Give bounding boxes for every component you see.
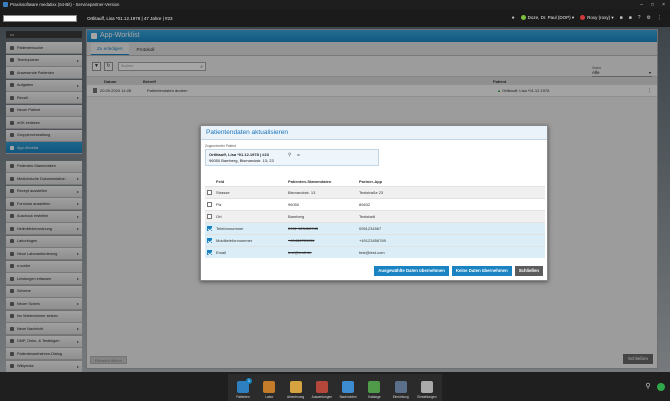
assigned-patient-address: 96050 Bamberg, Bismarckstr. 13; 23 [209,157,274,163]
master-value: Bismarckstr. 13 [288,190,316,195]
doctor-selector[interactable]: Doze, Dr. Paul (DOP) ▾ [520,15,574,21]
row-checkbox[interactable] [207,237,212,243]
partner-value: +49123456789 [359,238,386,243]
compare-row-telefonnummer[interactable]: Telefonnummer 0951 123456743 0951234567 [205,222,545,234]
compare-row-mobiltelefonnummer[interactable]: Mobiltelefonnummer +49456789011 +491234567… [205,234,545,246]
compare-table-header: Feld Patienten-Stammdaten Partner-App [205,176,545,186]
dock-item-label: Patienten [236,395,250,399]
field-name: Email [216,250,227,255]
minimize-icon[interactable]: – [640,2,643,8]
update-patient-dialog: Patientendaten aktualisieren Zugeordnete… [200,125,548,281]
info-icon[interactable]: ● [512,15,515,21]
dock-item-label: Einrichtung [392,395,409,399]
column-partner-app: Partner-App [359,178,383,184]
row-checkbox[interactable] [207,249,212,255]
dock-item-einstellungen[interactable]: Einstellungen [416,381,438,399]
dock-item-patienten[interactable]: 1 Patienten [232,378,254,399]
compare-row-ort[interactable]: Ort Bamberg Teststadt [205,210,545,222]
field-name: Strasse [216,190,230,195]
master-value: test@testt.de [288,250,312,255]
dock-item-abrechnung[interactable]: Abrechnung [285,381,307,399]
partner-value: test@test.com [359,250,385,255]
dock-item-kataloge[interactable]: Kataloge [363,381,385,399]
dialog-close-button[interactable]: Schließen [514,266,543,276]
dialog-buttons: Ausgewählte Daten übernehmen Keine Daten… [374,266,543,276]
master-value: +49456789011 [288,238,315,243]
compare-row-plz[interactable]: Plz 96050 89632 [205,198,545,210]
dock-item-label: Nachrichten [339,395,357,399]
dock-item-label: Labor [265,395,274,399]
partner-value: 89632 [359,202,371,207]
dock-item-label: Kataloge [368,395,381,399]
billing-icon [289,381,302,393]
user-avatar-icon [580,15,586,21]
dock-item-label: Einstellungen [417,395,437,399]
location-pin-icon: ⚲ [288,152,292,157]
notification-badge: 1 [246,378,252,384]
column-master-data: Patienten-Stammdaten [288,178,332,184]
doctor-status-icon [520,15,526,21]
assigned-patient-box: Ortlitauff, Lisa *01.12.1978 | #23 96050… [205,149,379,166]
master-value: 96050 [288,202,300,207]
dock-item-labor[interactable]: Labor [258,381,280,399]
dock-item-label: Auswertungen [311,395,333,399]
dock-item-einrichtung[interactable]: Einrichtung [390,381,412,399]
field-name: Plz [216,202,222,207]
compare-row-email[interactable]: Email test@testt.de test@test.com [205,246,545,258]
app-logo-icon [3,2,8,7]
field-name: Ort [216,214,222,219]
connection-ok-icon[interactable] [657,383,665,391]
setup-icon [394,381,407,393]
close-window-icon[interactable]: × [662,2,665,8]
location-icon[interactable]: ⚲ [644,383,652,391]
current-patient-header[interactable]: Ortlitauff, Lisa *01.12.1978 | 47 Jahre … [87,16,173,21]
row-checkbox[interactable] [207,189,212,195]
global-search-input[interactable] [3,14,77,22]
partner-value: Teststadt [359,214,376,219]
lock-icon[interactable]: ■ [620,15,623,21]
master-value: Bamberg [288,214,305,219]
dock-item-nachrichten[interactable]: Nachrichten [337,381,359,399]
stats-icon [315,381,328,393]
column-field: Feld [216,178,225,184]
window-title: Praxissoftware medatixx (64-Bit) - Servi… [10,2,120,7]
menu-icon[interactable]: ⋮ [657,15,662,21]
settings-icon[interactable]: ⚙ [647,15,651,21]
row-checkbox[interactable] [207,201,212,207]
dock-item-label: Abrechnung [286,395,305,399]
print-icon[interactable]: ■ [629,15,632,21]
dialog-title: Patientendaten aktualisieren [201,126,547,140]
top-header: Ortlitauff, Lisa *01.12.1978 | 47 Jahre … [0,9,670,27]
assigned-patient-label: Zugeordneter Patient [205,144,236,148]
master-value: 0951 123456743 [288,226,319,231]
lab-icon [263,381,276,393]
window-titlebar: Praxissoftware medatixx (64-Bit) - Servi… [0,0,670,9]
compare-row-strasse[interactable]: Strasse Bismarckstr. 13 Teststraße 23 [205,186,545,198]
user-selector[interactable]: Roxy (roxy) ▾ [580,15,614,21]
field-name: Telefonnummer [216,226,244,231]
maximize-icon[interactable]: □ [651,2,654,8]
partner-value: 0951234567 [359,226,382,231]
apply-selected-button[interactable]: Ausgewählte Daten übernehmen [374,266,449,276]
patients-icon: 1 [237,378,252,393]
field-name: Mobiltelefonnummer [216,238,253,243]
dock-item-auswertungen[interactable]: Auswertungen [311,381,333,399]
help-icon[interactable]: ? [638,15,641,21]
row-checkbox[interactable] [207,213,212,219]
row-checkbox[interactable] [207,225,212,231]
messages-icon [342,381,355,393]
app-dock: 1 Patienten Labor Abrechnung Auswertungen Nac… [228,374,442,401]
apply-none-button[interactable]: Keine Daten übernehmen [451,266,512,276]
catalogs-icon [368,381,381,393]
compare-table: Feld Patienten-Stammdaten Partner-App St… [205,176,545,258]
status-icons: ⚲ [644,383,665,391]
settings-icon [420,381,433,393]
patient-sex: w [297,152,300,157]
partner-value: Teststraße 23 [359,190,384,195]
